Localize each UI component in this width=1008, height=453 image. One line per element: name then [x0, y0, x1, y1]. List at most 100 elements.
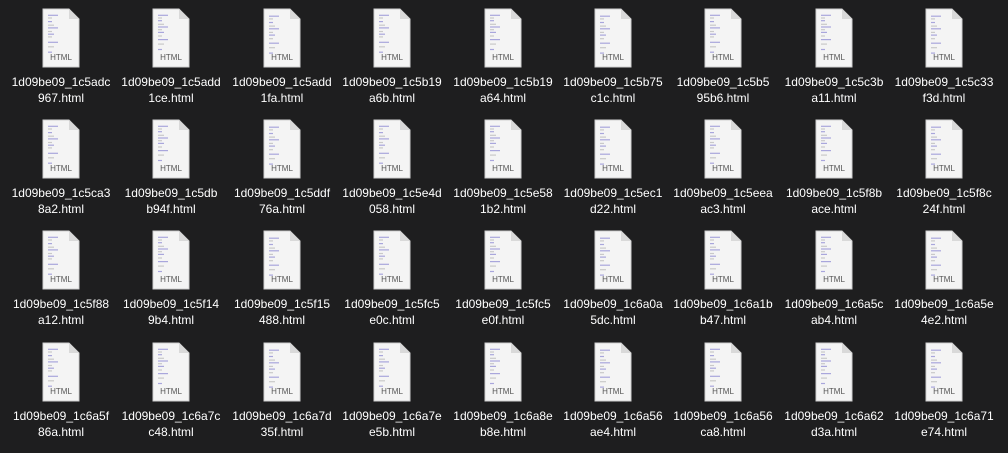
file-item[interactable]: HTML 1d09be09_1c6a7e e5b.html [337, 342, 447, 446]
file-name-line1: 1d09be09_1c5b19 [453, 75, 553, 89]
file-name-line2: e0f.html [481, 313, 525, 327]
file-name: 1d09be09_1c5ec1 d22.html [558, 185, 668, 217]
file-item[interactable]: HTML 1d09be09_1c5b5 95b6.html [668, 8, 778, 112]
file-type-label: HTML [933, 275, 955, 284]
finder-icon-grid: HTML 1d09be09_1c5adc 967.html HTML 1d09be… [0, 0, 1008, 453]
file-type-label: HTML [160, 164, 182, 173]
file-item[interactable]: HTML 1d09be09_1c5adc 967.html [6, 8, 116, 112]
html-document-icon: HTML [263, 342, 301, 402]
file-item[interactable]: HTML 1d09be09_1c5c33 f3d.html [889, 8, 999, 112]
file-name-line2: 95b6.html [696, 91, 750, 105]
file-name: 1d09be09_1c5c33 f3d.html [889, 74, 999, 106]
file-name-line1: 1d09be09_1c5add [232, 75, 332, 89]
file-item[interactable]: HTML 1d09be09_1c5f8b ace.html [779, 119, 889, 223]
file-type-label: HTML [933, 53, 955, 62]
file-name: 1d09be09_1c6a8e b8e.html [448, 408, 558, 440]
file-item[interactable]: HTML 1d09be09_1c5f15 488.html [227, 230, 337, 334]
file-name-line1: 1d09be09_1c5b75 [563, 75, 663, 89]
file-item[interactable]: HTML 1d09be09_1c5ca3 8a2.html [6, 119, 116, 223]
file-name-line1: 1d09be09_1c5c33 [894, 75, 994, 89]
file-item[interactable]: HTML 1d09be09_1c5f14 9b4.html [116, 230, 226, 334]
file-name: 1d09be09_1c5f8b ace.html [779, 185, 889, 217]
file-name: 1d09be09_1c6a5c ab4.html [779, 296, 889, 328]
file-item[interactable]: HTML 1d09be09_1c5f88 a12.html [6, 230, 116, 334]
file-name: 1d09be09_1c6a62 d3a.html [779, 408, 889, 440]
file-name-line2: a64.html [479, 91, 527, 105]
file-item[interactable]: HTML 1d09be09_1c5fc5 e0f.html [448, 230, 558, 334]
file-type-label: HTML [50, 275, 72, 284]
file-item[interactable]: HTML 1d09be09_1c5f8c 24f.html [889, 119, 999, 223]
file-name-line2: b47.html [699, 313, 747, 327]
html-document-icon: HTML [925, 8, 963, 68]
file-name-line1: 1d09be09_1c5fc5 [344, 297, 440, 311]
file-item[interactable]: HTML 1d09be09_1c5add 1fa.html [227, 8, 337, 112]
file-name-line1: 1d09be09_1c5b5 [676, 75, 770, 89]
file-name-line1: 1d09be09_1c6a7e [342, 409, 442, 423]
file-name-line2: 4e2.html [920, 313, 968, 327]
file-name: 1d09be09_1c5e58 1b2.html [448, 185, 558, 217]
html-document-icon: HTML [152, 230, 190, 290]
file-type-label: HTML [933, 387, 955, 396]
file-item[interactable]: HTML 1d09be09_1c6a0a 5dc.html [558, 230, 668, 334]
html-document-icon: HTML [484, 119, 522, 179]
file-item[interactable]: HTML 1d09be09_1c6a5f 86a.html [6, 342, 116, 446]
file-name: 1d09be09_1c5f14 9b4.html [116, 296, 226, 328]
file-type-label: HTML [823, 275, 845, 284]
file-type-label: HTML [492, 387, 514, 396]
file-item[interactable]: HTML 1d09be09_1c5fc5 e0c.html [337, 230, 447, 334]
html-document-icon: HTML [704, 8, 742, 68]
file-type-label: HTML [492, 164, 514, 173]
file-type-label: HTML [712, 275, 734, 284]
file-type-label: HTML [492, 53, 514, 62]
file-type-label: HTML [823, 164, 845, 173]
file-item[interactable]: HTML 1d09be09_1c6a56 ae4.html [558, 342, 668, 446]
file-item[interactable]: HTML 1d09be09_1c5b75 c1c.html [558, 8, 668, 112]
file-name: 1d09be09_1c5b19 a6b.html [337, 74, 447, 106]
file-name-line1: 1d09be09_1c6a0a [563, 297, 663, 311]
file-item[interactable]: HTML 1d09be09_1c6a5e 4e2.html [889, 230, 999, 334]
file-name-line1: 1d09be09_1c6a7d [232, 409, 332, 423]
file-type-label: HTML [602, 275, 624, 284]
file-type-label: HTML [602, 53, 624, 62]
file-name: 1d09be09_1c5eea ac3.html [668, 185, 778, 217]
file-type-label: HTML [823, 53, 845, 62]
file-item[interactable]: HTML 1d09be09_1c5eea ac3.html [668, 119, 778, 223]
file-name-line1: 1d09be09_1c5c3b [784, 75, 884, 89]
file-name-line1: 1d09be09_1c6a8e [453, 409, 553, 423]
file-item[interactable]: HTML 1d09be09_1c6a1b b47.html [668, 230, 778, 334]
file-type-label: HTML [160, 53, 182, 62]
file-name-line1: 1d09be09_1c5ec1 [563, 186, 663, 200]
file-item[interactable]: HTML 1d09be09_1c6a7c c48.html [116, 342, 226, 446]
file-item[interactable]: HTML 1d09be09_1c5ddf 76a.html [227, 119, 337, 223]
file-item[interactable]: HTML 1d09be09_1c5b19 a64.html [448, 8, 558, 112]
file-item[interactable]: HTML 1d09be09_1c6a5c ab4.html [779, 230, 889, 334]
html-document-icon: HTML [925, 342, 963, 402]
file-item[interactable]: HTML 1d09be09_1c6a71 e74.html [889, 342, 999, 446]
file-item[interactable]: HTML 1d09be09_1c5c3b a11.html [779, 8, 889, 112]
file-item[interactable]: HTML 1d09be09_1c5e58 1b2.html [448, 119, 558, 223]
file-name-line2: 1ce.html [148, 91, 194, 105]
file-type-label: HTML [381, 275, 403, 284]
file-name-line2: c48.html [148, 425, 194, 439]
file-item[interactable]: HTML 1d09be09_1c5add 1ce.html [116, 8, 226, 112]
file-name-line2: b8e.html [479, 425, 527, 439]
file-item[interactable]: HTML 1d09be09_1c5e4d 058.html [337, 119, 447, 223]
file-item[interactable]: HTML 1d09be09_1c5db b94f.html [116, 119, 226, 223]
html-document-icon: HTML [594, 119, 632, 179]
file-name-line1: 1d09be09_1c6a62 [784, 409, 884, 423]
file-item[interactable]: HTML 1d09be09_1c5ec1 d22.html [558, 119, 668, 223]
file-type-label: HTML [712, 387, 734, 396]
file-item[interactable]: HTML 1d09be09_1c6a8e b8e.html [448, 342, 558, 446]
file-name-line1: 1d09be09_1c6a7c [121, 409, 221, 423]
file-type-label: HTML [160, 387, 182, 396]
file-type-label: HTML [50, 387, 72, 396]
file-item[interactable]: HTML 1d09be09_1c5b19 a6b.html [337, 8, 447, 112]
file-name-line1: 1d09be09_1c6a5c [784, 297, 884, 311]
file-item[interactable]: HTML 1d09be09_1c6a62 d3a.html [779, 342, 889, 446]
file-item[interactable]: HTML 1d09be09_1c6a7d 35f.html [227, 342, 337, 446]
file-name-line1: 1d09be09_1c5ca3 [11, 186, 111, 200]
file-name: 1d09be09_1c5ca3 8a2.html [6, 185, 116, 217]
file-item[interactable]: HTML 1d09be09_1c6a56 ca8.html [668, 342, 778, 446]
html-document-icon: HTML [484, 342, 522, 402]
file-name-line1: 1d09be09_1c5f88 [12, 297, 110, 311]
